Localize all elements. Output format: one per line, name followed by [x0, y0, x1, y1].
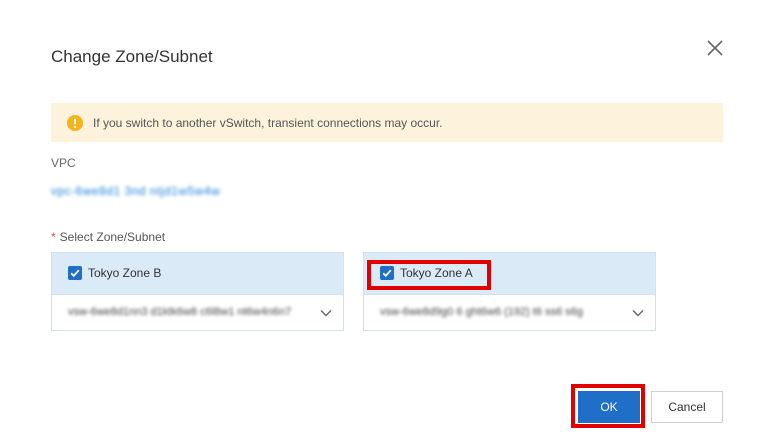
warning-icon	[67, 115, 83, 131]
zone-checkbox-tokyo-a[interactable]: Tokyo Zone A	[380, 266, 473, 280]
zone-card-tokyo-a: Tokyo Zone A vsw-6we8d9g0 6 ght6w6 (192)…	[363, 252, 656, 331]
ok-button[interactable]: OK	[578, 391, 640, 423]
zone-card-tokyo-b: Tokyo Zone B vsw-6we8d1nn3 d1ktk6w8 c6l8…	[51, 252, 344, 331]
checkbox-checked-icon	[68, 266, 82, 280]
vpc-link[interactable]: vpc-6we8d1 3nd ntjd1w5w4w	[51, 182, 251, 198]
zone-card-header: Tokyo Zone B	[52, 253, 343, 295]
change-zone-dialog: Change Zone/Subnet If you switch to anot…	[0, 0, 768, 444]
vpc-id: vpc-6we8d1 3nd ntjd1w5w4w	[51, 184, 221, 198]
zone-card-header: Tokyo Zone A	[364, 253, 655, 295]
zone-checkbox-tokyo-b[interactable]: Tokyo Zone B	[68, 266, 161, 280]
warning-alert: If you switch to another vSwitch, transi…	[51, 103, 723, 142]
subnet-value: vsw-6we8d1nn3 d1ktk6w8 c6l8w1 nt6w4n6n7	[68, 306, 292, 318]
zone-name: Tokyo Zone A	[400, 266, 473, 280]
required-mark: *	[51, 230, 56, 244]
cancel-button[interactable]: Cancel	[651, 391, 723, 423]
checkbox-checked-icon	[380, 266, 394, 280]
vpc-label: VPC	[51, 156, 76, 170]
close-icon	[707, 40, 723, 56]
alert-text: If you switch to another vSwitch, transi…	[93, 116, 443, 130]
subnet-value: vsw-6we8d9g0 6 ght6w6 (192) t6 ss6 s6g	[380, 306, 584, 318]
chevron-down-icon	[320, 310, 332, 317]
chevron-down-icon	[632, 310, 644, 317]
zone-name: Tokyo Zone B	[88, 266, 162, 280]
subnet-select-tokyo-a[interactable]: vsw-6we8d9g0 6 ght6w6 (192) t6 ss6 s6g	[364, 295, 655, 331]
dialog-title: Change Zone/Subnet	[51, 47, 213, 66]
subnet-select-tokyo-b[interactable]: vsw-6we8d1nn3 d1ktk6w8 c6l8w1 nt6w4n6n7	[52, 295, 343, 331]
close-button[interactable]	[703, 36, 727, 60]
zone-subnet-label-text: Select Zone/Subnet	[59, 230, 166, 244]
zone-subnet-label: * Select Zone/Subnet	[51, 230, 165, 244]
